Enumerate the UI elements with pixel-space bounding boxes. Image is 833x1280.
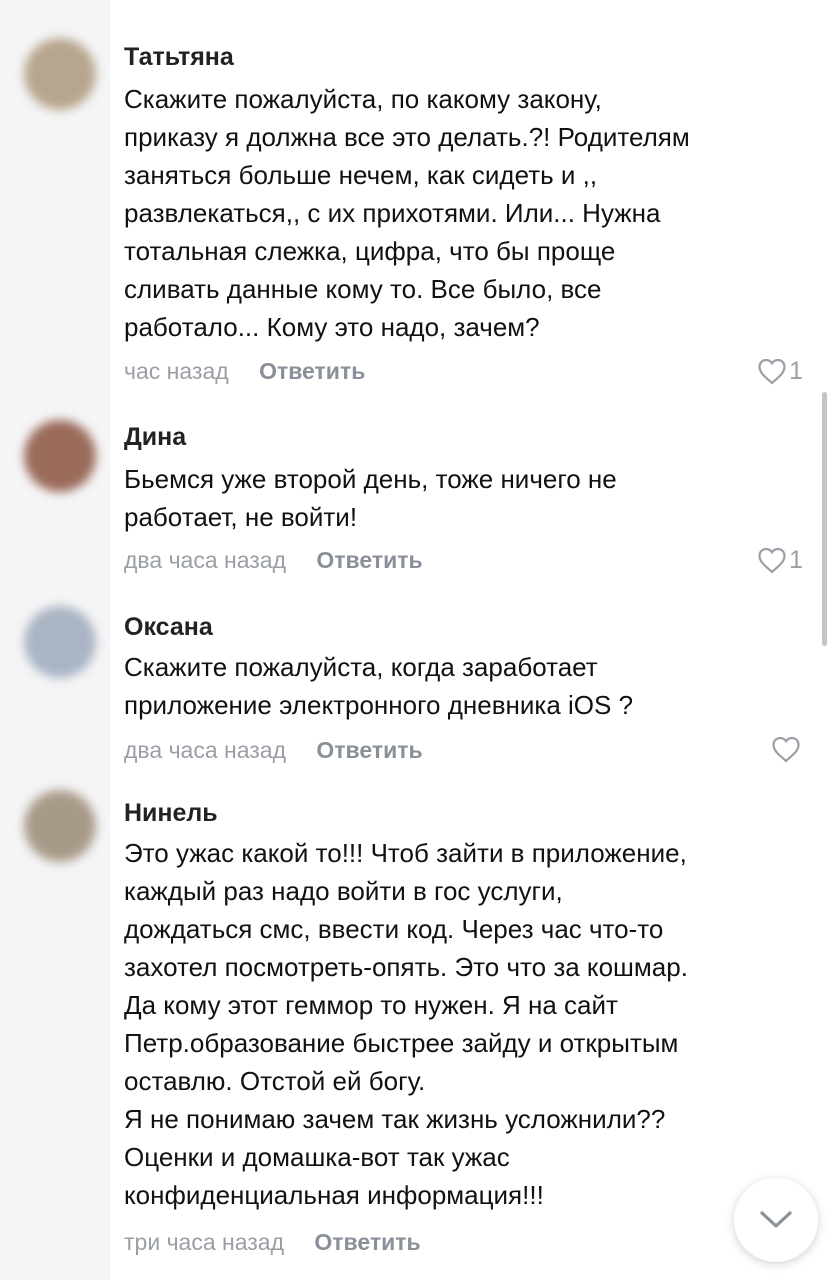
comment-text: Скажите пожалуйста, по какому закону, пр…: [124, 84, 690, 342]
avatar[interactable]: [24, 790, 96, 862]
like-button[interactable]: 1: [757, 356, 803, 386]
reply-button[interactable]: Ответить: [259, 358, 365, 384]
reply-button[interactable]: Ответить: [314, 1229, 420, 1255]
heart-icon: [772, 736, 800, 763]
like-count: 1: [789, 546, 803, 574]
avatar[interactable]: [24, 420, 96, 492]
avatar[interactable]: [24, 606, 96, 678]
comment-author[interactable]: Дина: [124, 422, 186, 452]
reply-button[interactable]: Ответить: [316, 547, 422, 573]
comment-meta: два часа назад Ответить: [124, 545, 423, 575]
comment-text: Это ужас какой то!!! Чтоб зайти в прилож…: [124, 838, 688, 1210]
comment-author[interactable]: Татьтяна: [124, 42, 234, 72]
scroll-down-button[interactable]: [734, 1178, 818, 1262]
scrollbar[interactable]: [822, 392, 827, 646]
comment-time: два часа назад: [124, 547, 287, 573]
comment-time: три часа назад: [124, 1229, 285, 1255]
comment-meta: час назад Ответить: [124, 356, 365, 386]
like-button[interactable]: [771, 735, 803, 763]
avatar[interactable]: [24, 38, 96, 110]
comment-author[interactable]: Оксана: [124, 612, 213, 642]
comment-meta: два часа назад Ответить: [124, 735, 423, 765]
comment-text: Бьемся уже второй день, тоже ничего не р…: [124, 464, 617, 532]
comment-text: Скажите пожалуйста, когда заработает при…: [124, 652, 634, 720]
like-count: 1: [789, 357, 803, 385]
comment-time: два часа назад: [124, 737, 287, 763]
heart-icon: [758, 547, 786, 574]
comment-time: час назад: [124, 358, 229, 384]
like-button[interactable]: 1: [757, 545, 803, 575]
comment-meta: три часа назад Ответить: [124, 1227, 421, 1257]
heart-icon: [758, 358, 786, 385]
chevron-down-icon: [760, 1211, 792, 1228]
comment-author[interactable]: Нинель: [124, 798, 218, 828]
reply-button[interactable]: Ответить: [316, 737, 422, 763]
